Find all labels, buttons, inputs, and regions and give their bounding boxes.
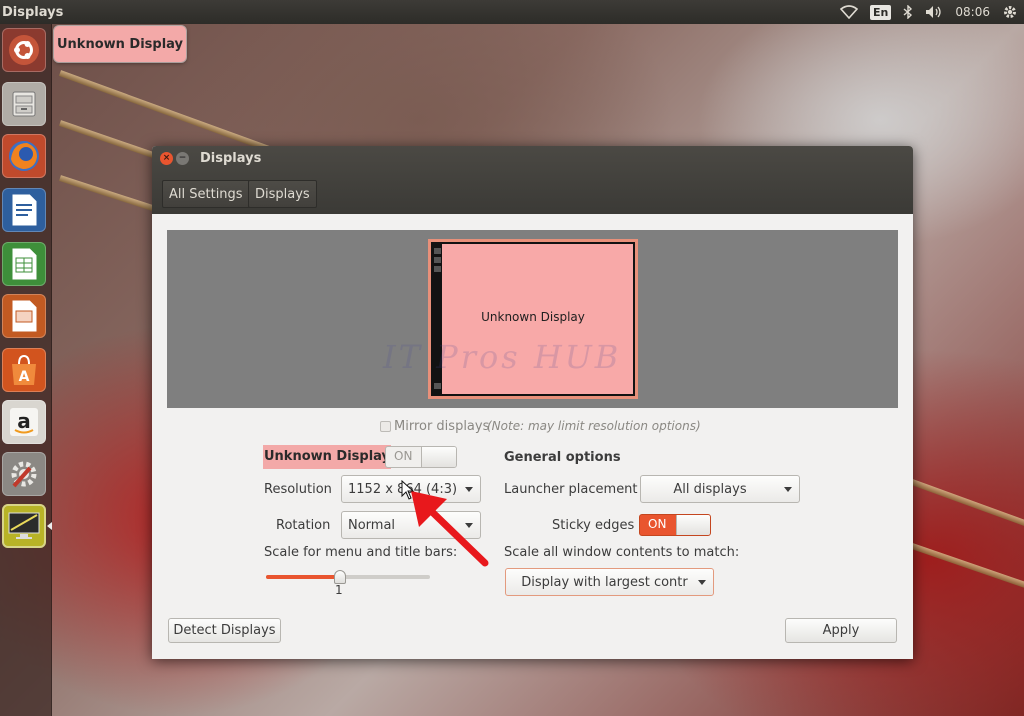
mirror-displays-checkbox[interactable] bbox=[380, 421, 391, 432]
general-options-heading: General options bbox=[504, 450, 621, 465]
file-cabinet-icon bbox=[8, 88, 40, 120]
sticky-edges-knob bbox=[676, 515, 710, 535]
window-title: Displays bbox=[200, 151, 262, 166]
active-app-indicator bbox=[47, 522, 52, 530]
minimize-icon[interactable]: − bbox=[176, 152, 189, 165]
impress-presentation-icon bbox=[9, 299, 39, 333]
launcher-item-calc[interactable] bbox=[2, 242, 46, 286]
svg-text:A: A bbox=[19, 369, 30, 385]
session-gear-icon[interactable] bbox=[996, 0, 1024, 24]
launcher-placement-dropdown[interactable]: All displays bbox=[640, 475, 800, 503]
chevron-down-icon bbox=[698, 580, 706, 585]
sticky-edges-label: Sticky edges bbox=[552, 518, 635, 533]
calc-spreadsheet-icon bbox=[9, 247, 39, 281]
breadcrumb-all-settings[interactable]: All Settings bbox=[162, 180, 250, 208]
top-panel: Displays En 08:06 bbox=[0, 0, 1024, 24]
wrench-gear-icon bbox=[8, 458, 40, 490]
launcher-placement-label: Launcher placement bbox=[504, 482, 638, 497]
launcher-item-files[interactable] bbox=[2, 82, 46, 126]
scale-all-value: Display with largest contr bbox=[521, 574, 688, 590]
display-on-switch[interactable]: ON bbox=[385, 446, 457, 468]
mirror-displays-label: Mirror displays bbox=[394, 419, 490, 434]
displays-window: × − Displays All Settings Displays Unkno… bbox=[152, 146, 913, 659]
launcher-item-system-settings[interactable] bbox=[2, 452, 46, 496]
launcher-item-dash[interactable] bbox=[2, 28, 46, 72]
annotation-arrow bbox=[411, 491, 489, 567]
ubuntu-logo-icon bbox=[8, 34, 40, 66]
display-name-label: Unknown Display bbox=[263, 445, 392, 469]
keyboard-layout-indicator[interactable]: En bbox=[864, 0, 897, 24]
launcher-item-displays[interactable] bbox=[2, 504, 46, 548]
launcher-item-amazon[interactable]: a bbox=[2, 400, 46, 444]
bluetooth-icon[interactable] bbox=[897, 0, 919, 24]
sticky-edges-state: ON bbox=[648, 517, 667, 531]
scale-all-dropdown[interactable]: Display with largest contr bbox=[505, 568, 714, 596]
amazon-icon: a bbox=[8, 406, 40, 438]
display-switch-label: ON bbox=[394, 449, 413, 463]
rotation-value: Normal bbox=[348, 517, 396, 533]
svg-text:a: a bbox=[17, 409, 31, 433]
launcher-item-software-center[interactable]: A bbox=[2, 348, 46, 392]
scale-value: 1 bbox=[335, 583, 343, 597]
scale-all-label: Scale all window contents to match: bbox=[504, 545, 740, 560]
rotation-label: Rotation bbox=[276, 518, 331, 533]
scale-slider-track[interactable] bbox=[266, 570, 430, 584]
display-switch-knob bbox=[421, 447, 456, 467]
apply-button[interactable]: Apply bbox=[785, 618, 897, 643]
keyboard-layout-label: En bbox=[870, 4, 892, 20]
scale-slider-handle[interactable] bbox=[333, 570, 346, 584]
watermark: IT Pros HUB bbox=[383, 338, 622, 376]
window-titlebar: × − Displays All Settings Displays bbox=[152, 146, 913, 214]
display-arrangement-area[interactable]: Unknown Display IT Pros HUB bbox=[167, 230, 898, 408]
mouse-cursor-icon bbox=[401, 480, 415, 500]
display-monitor-icon bbox=[7, 510, 41, 542]
launcher-item-firefox[interactable] bbox=[2, 134, 46, 178]
resolution-label: Resolution bbox=[264, 482, 332, 497]
mirror-displays-note: (Note: may limit resolution options) bbox=[487, 419, 701, 433]
monitor-label: Unknown Display bbox=[481, 310, 585, 324]
volume-icon[interactable] bbox=[919, 0, 949, 24]
shopping-bag-icon: A bbox=[9, 354, 39, 386]
clock[interactable]: 08:06 bbox=[949, 0, 996, 24]
writer-document-icon bbox=[9, 193, 39, 227]
close-icon[interactable]: × bbox=[160, 152, 173, 165]
scale-slider-fill bbox=[266, 575, 340, 579]
detect-displays-button[interactable]: Detect Displays bbox=[168, 618, 281, 643]
firefox-icon bbox=[7, 139, 41, 173]
chevron-down-icon bbox=[784, 487, 792, 492]
wifi-icon[interactable] bbox=[834, 0, 864, 24]
launcher: A a bbox=[0, 24, 52, 716]
launcher-placement-value: All displays bbox=[673, 481, 747, 497]
sticky-edges-switch[interactable]: ON bbox=[639, 514, 711, 536]
launcher-tooltip: Unknown Display bbox=[54, 26, 186, 62]
breadcrumb-displays[interactable]: Displays bbox=[248, 180, 317, 208]
active-app-title: Displays bbox=[2, 4, 64, 20]
launcher-item-writer[interactable] bbox=[2, 188, 46, 232]
launcher-item-impress[interactable] bbox=[2, 294, 46, 338]
